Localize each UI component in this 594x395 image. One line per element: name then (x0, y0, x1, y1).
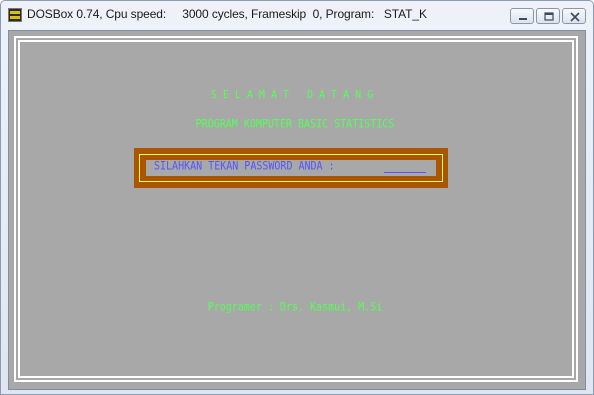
password-prompt: SILAHKAN TEKAN PASSWORD ANDA : (154, 160, 341, 173)
minimize-icon (519, 18, 527, 20)
maximize-button[interactable] (536, 8, 560, 24)
dos-screen[interactable]: SELAMAT DATANG PROGRAM KOMPUTER BASIC ST… (10, 32, 584, 388)
title-bar[interactable]: DOSBox 0.74, Cpu speed: 3000 cycles, Fra… (1, 1, 593, 29)
dosbox-icon[interactable] (8, 8, 22, 22)
program-subtitle: PROGRAM KOMPUTER BASIC STATISTICS (195, 118, 395, 131)
password-input-blank[interactable] (384, 172, 426, 173)
programmer-credit: Programer : Drs. Kasmui, M.Si (207, 301, 383, 314)
welcome-text: SELAMAT DATANG (210, 89, 380, 102)
dosbox-window: DOSBox 0.74, Cpu speed: 3000 cycles, Fra… (0, 0, 594, 395)
dos-screen-frame: SELAMAT DATANG PROGRAM KOMPUTER BASIC ST… (8, 30, 586, 390)
window-title: DOSBox 0.74, Cpu speed: 3000 cycles, Fra… (27, 7, 427, 21)
maximize-icon (544, 12, 554, 21)
password-box: SILAHKAN TEKAN PASSWORD ANDA : (134, 148, 448, 188)
close-icon (570, 12, 580, 22)
password-field[interactable]: SILAHKAN TEKAN PASSWORD ANDA : (146, 160, 436, 176)
minimize-button[interactable] (510, 8, 534, 24)
close-button[interactable] (562, 8, 586, 24)
